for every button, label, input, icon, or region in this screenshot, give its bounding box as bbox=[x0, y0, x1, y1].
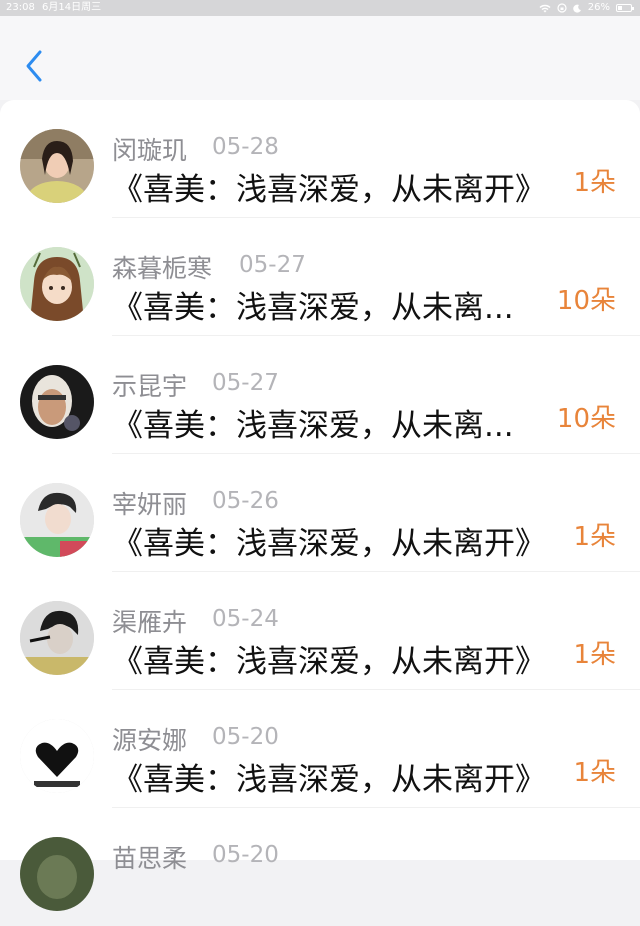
nav-bar bbox=[0, 16, 640, 100]
flower-gift-list: 闵璇玑 05-28 《喜美：浅喜深爱，从未离开》 1朵 森暮栀寒 05-27 《… bbox=[0, 100, 640, 911]
list-item[interactable]: 苗思柔 05-20 bbox=[0, 808, 640, 926]
avatar[interactable] bbox=[20, 601, 94, 675]
user-name[interactable]: 森暮栀寒 bbox=[112, 249, 212, 285]
user-name[interactable]: 源安娜 bbox=[112, 721, 187, 757]
user-name[interactable]: 宰妍丽 bbox=[112, 485, 187, 521]
battery-percent: 26% bbox=[587, 2, 610, 13]
flower-count: 10朵 bbox=[556, 404, 616, 434]
list-item[interactable]: 森暮栀寒 05-27 《喜美：浅喜深爱，从未离... 10朵 bbox=[0, 218, 640, 336]
avatar[interactable] bbox=[20, 837, 94, 911]
list-item[interactable]: 示昆宇 05-27 《喜美：浅喜深爱，从未离... 10朵 bbox=[0, 336, 640, 454]
avatar[interactable] bbox=[20, 129, 94, 203]
lock-rotation-icon bbox=[557, 3, 567, 13]
gift-date: 05-20 bbox=[212, 842, 279, 868]
avatar[interactable] bbox=[20, 719, 94, 793]
list-item[interactable]: 闵璇玑 05-28 《喜美：浅喜深爱，从未离开》 1朵 bbox=[0, 100, 640, 218]
user-name[interactable]: 渠雁卉 bbox=[112, 603, 187, 639]
flower-count: 1朵 bbox=[573, 168, 616, 198]
gift-date: 05-24 bbox=[212, 606, 279, 632]
user-name[interactable]: 闵璇玑 bbox=[112, 131, 187, 167]
flower-count: 10朵 bbox=[556, 286, 616, 316]
battery-icon bbox=[616, 4, 634, 12]
book-title[interactable]: 《喜美：浅喜深爱，从未离开》 bbox=[112, 754, 546, 799]
status-bar: 23:08 6月14日周三 26% bbox=[0, 0, 640, 16]
gift-date: 05-28 bbox=[212, 134, 279, 160]
flower-count: 1朵 bbox=[573, 640, 616, 670]
book-title[interactable]: 《喜美：浅喜深爱，从未离开》 bbox=[112, 636, 546, 681]
chevron-left-icon bbox=[26, 50, 42, 82]
avatar[interactable] bbox=[20, 365, 94, 439]
gift-date: 05-27 bbox=[212, 370, 279, 396]
wifi-icon bbox=[539, 4, 551, 13]
book-title[interactable]: 《喜美：浅喜深爱，从未离开》 bbox=[112, 164, 546, 209]
list-item[interactable]: 源安娜 05-20 《喜美：浅喜深爱，从未离开》 1朵 bbox=[0, 690, 640, 808]
gift-date: 05-27 bbox=[239, 252, 306, 278]
flower-count: 1朵 bbox=[573, 758, 616, 788]
moon-icon bbox=[573, 4, 582, 13]
list-item[interactable]: 渠雁卉 05-24 《喜美：浅喜深爱，从未离开》 1朵 bbox=[0, 572, 640, 690]
status-indicators: 26% bbox=[539, 0, 634, 16]
gift-date: 05-20 bbox=[212, 724, 279, 750]
status-date: 6月14日周三 bbox=[42, 2, 102, 13]
avatar[interactable] bbox=[20, 247, 94, 321]
user-name[interactable]: 示昆宇 bbox=[112, 367, 187, 403]
avatar[interactable] bbox=[20, 483, 94, 557]
user-name[interactable]: 苗思柔 bbox=[112, 839, 187, 875]
status-time: 23:08 bbox=[6, 2, 35, 13]
back-button[interactable] bbox=[18, 46, 52, 86]
gift-date: 05-26 bbox=[212, 488, 279, 514]
book-title[interactable]: 《喜美：浅喜深爱，从未离... bbox=[112, 282, 514, 327]
list-item[interactable]: 宰妍丽 05-26 《喜美：浅喜深爱，从未离开》 1朵 bbox=[0, 454, 640, 572]
flower-count: 1朵 bbox=[573, 522, 616, 552]
book-title[interactable]: 《喜美：浅喜深爱，从未离... bbox=[112, 400, 514, 445]
book-title[interactable]: 《喜美：浅喜深爱，从未离开》 bbox=[112, 518, 546, 563]
